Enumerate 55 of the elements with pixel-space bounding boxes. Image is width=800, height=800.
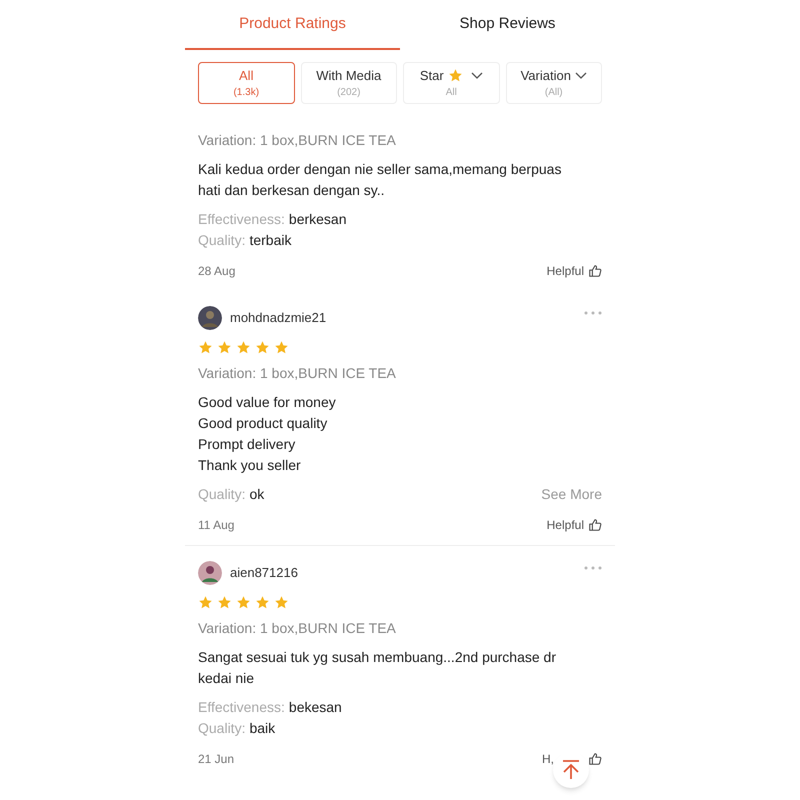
review-text: Prompt delivery bbox=[198, 435, 296, 454]
chevron-down-icon bbox=[574, 72, 587, 80]
attribute-label: Effectiveness: bbox=[198, 210, 285, 229]
attribute-value: ok bbox=[249, 485, 264, 504]
filter-chip[interactable]: Star All bbox=[403, 62, 500, 104]
thumbs-up-icon bbox=[588, 264, 602, 278]
filter-chip[interactable]: Variation (All) bbox=[506, 62, 602, 104]
star-icon bbox=[236, 340, 251, 354]
more-icon[interactable] bbox=[584, 566, 602, 570]
attribute-label: Effectiveness: bbox=[198, 698, 285, 717]
attribute-value: baik bbox=[249, 719, 276, 738]
variation-text: Variation: 1 box,BURN ICE TEA bbox=[198, 131, 397, 150]
star-icon bbox=[255, 594, 270, 610]
star-icon bbox=[198, 340, 213, 354]
attribute-label: Quality: bbox=[198, 485, 246, 504]
star-icon bbox=[236, 594, 251, 610]
review-text: Thank you seller bbox=[198, 456, 302, 475]
star-icon bbox=[274, 340, 289, 354]
chevron-down-icon bbox=[470, 72, 483, 80]
more-icon[interactable] bbox=[584, 311, 602, 315]
scroll-to-top-button[interactable] bbox=[553, 752, 589, 788]
review-text: Good value for money bbox=[198, 393, 337, 412]
attribute-label: Quality: bbox=[198, 719, 246, 738]
review-date: 21 Jun bbox=[198, 751, 234, 768]
helpful-button[interactable]: Helpful bbox=[546, 262, 602, 280]
star-icon bbox=[217, 340, 232, 354]
arrow-up-icon bbox=[560, 759, 582, 781]
star-icon bbox=[198, 594, 213, 610]
attribute-value: berkesan bbox=[288, 210, 346, 229]
variation-text: Variation: 1 box,BURN ICE TEA bbox=[198, 619, 397, 638]
star-icon bbox=[217, 594, 232, 610]
review-date: 11 Aug bbox=[198, 517, 234, 534]
star-icon bbox=[448, 68, 463, 83]
review-text: Good product quality bbox=[198, 414, 328, 433]
star-icon bbox=[255, 340, 270, 354]
tab[interactable]: Product Ratings bbox=[185, 0, 400, 50]
avatar-icon bbox=[198, 561, 222, 585]
username: mohdnadzmie21 bbox=[230, 309, 326, 328]
attribute-value: terbaik bbox=[249, 231, 292, 250]
filter-chip[interactable]: With Media (202) bbox=[300, 62, 397, 104]
tab[interactable]: Shop Reviews bbox=[400, 0, 615, 50]
variation-text: Variation: 1 box,BURN ICE TEA bbox=[198, 364, 397, 383]
username: aien871216 bbox=[230, 564, 298, 582]
thumbs-up-icon bbox=[588, 752, 602, 766]
review-text: Kali kedua order dengan nie seller sama,memang berpuas hati dan berkesan dengan sy.. bbox=[198, 160, 562, 200]
review-date: 28 Aug bbox=[198, 263, 236, 280]
helpful-button[interactable]: Helpful bbox=[546, 516, 602, 534]
attribute-label: Quality: bbox=[198, 231, 246, 250]
attribute-value: bekesan bbox=[288, 698, 342, 717]
filter-chip[interactable]: All (1.3k) bbox=[198, 62, 294, 104]
avatar-icon bbox=[198, 306, 222, 330]
helpful-button[interactable]: H, bbox=[542, 750, 602, 768]
star-icon bbox=[274, 594, 289, 610]
review-text: Sangat sesuai tuk yg susah membuang...2nd purchase dr kedai nie bbox=[198, 648, 557, 688]
thumbs-up-icon bbox=[588, 518, 602, 532]
